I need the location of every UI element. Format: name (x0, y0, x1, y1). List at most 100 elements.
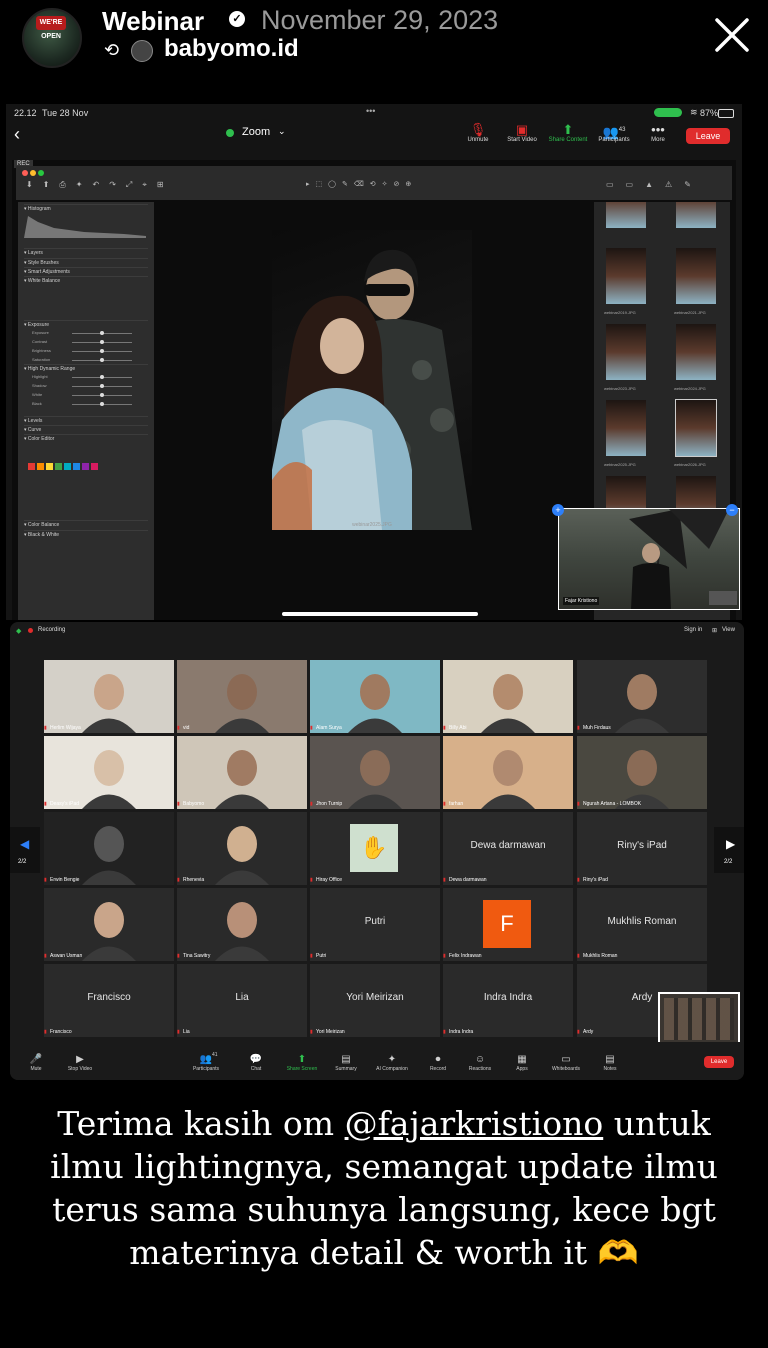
sign-in-link[interactable]: Sign in (684, 627, 702, 633)
participant-tile[interactable]: Mukhlis Roman ▮ Mukhlis Roman (577, 888, 707, 961)
reactions-button[interactable]: ☺ Reactions (460, 1054, 500, 1072)
start-video-button[interactable]: ▣ Start Video (500, 123, 544, 144)
participant-tile[interactable]: Lia ▮ Lia (177, 964, 307, 1037)
participant-tile[interactable]: ▮ Erwin Bengie (44, 812, 174, 885)
participant-tile[interactable]: ▮ Muh Firdaus (577, 660, 707, 733)
pip-resize-handle-right[interactable]: − (726, 504, 738, 516)
view-tool-icons[interactable]: ▭▭▲⚠✎ (606, 180, 703, 189)
participant-tile[interactable]: ▮ Ngurah Artana - LOMBOK (577, 736, 707, 809)
photo-thumbnail[interactable] (606, 324, 646, 380)
notes-button[interactable]: ▤ Notes (590, 1054, 630, 1072)
ai-companion-button[interactable]: ✦ AI Companion (372, 1054, 412, 1072)
editor-tool-icons[interactable]: ⬇⬆⎙✦↶↷⤢⌖⊞ (26, 180, 174, 190)
panel-section-header[interactable]: ▾ Curve (24, 425, 148, 433)
photo-thumbnail[interactable] (606, 400, 646, 456)
whiteboards-button[interactable]: ▭ Whiteboards (546, 1054, 586, 1072)
adjustment-slider-row[interactable]: Exposure (32, 330, 144, 338)
photo-thumbnail[interactable] (675, 399, 717, 457)
participant-tile[interactable]: ▮ Tina Sawitry (177, 888, 307, 961)
panel-section-header[interactable]: ▾ High Dynamic Range (24, 364, 148, 372)
chevron-down-icon[interactable]: ⌄ (278, 126, 286, 137)
adjustment-slider-row[interactable]: Brightness (32, 348, 144, 356)
panel-section-header[interactable]: ▾ Smart Adjustments (24, 267, 148, 275)
slider-knob[interactable] (100, 349, 104, 353)
adjustment-slider-row[interactable]: Shadow (32, 383, 144, 391)
more-button[interactable]: ••• More (636, 123, 680, 144)
prev-page-button[interactable]: ◀ 2/2 (10, 827, 40, 873)
participant-tile[interactable]: Francisco ▮ Francisco (44, 964, 174, 1037)
leave-button[interactable]: Leave (686, 128, 730, 144)
pip-resize-handle-left[interactable]: + (552, 504, 564, 516)
panel-section-header[interactable]: ▾ Exposure (24, 320, 148, 328)
window-min-dot[interactable] (30, 170, 36, 176)
participants-button[interactable]: 👥 Participants 41 (186, 1052, 226, 1072)
adjustment-slider-row[interactable]: White (32, 392, 144, 400)
panel-section-header[interactable]: ▾ Layers (24, 248, 148, 256)
participant-tile[interactable]: Yori Meirizan ▮ Yori Meirizan (310, 964, 440, 1037)
slider-knob[interactable] (100, 340, 104, 344)
stop-video-button[interactable]: ▶ Stop Video (60, 1054, 100, 1072)
panel-section-header[interactable]: ▾ Color Balance (24, 520, 148, 528)
slider-knob[interactable] (100, 331, 104, 335)
panel-section-header[interactable]: ▾ Histogram (24, 204, 148, 212)
repost-account[interactable]: babyomo.id (164, 35, 299, 63)
participant-tile[interactable]: ▮ Aswan Usman (44, 888, 174, 961)
participant-tile[interactable]: ▮ vid (177, 660, 307, 733)
participant-tile[interactable]: ✋ ▮ Hiray Office (310, 812, 440, 885)
participant-tile[interactable]: Putri ▮ Putri (310, 888, 440, 961)
participant-tile[interactable]: ▮ Jhon Turnip (310, 736, 440, 809)
unmute-button[interactable]: 🎙 Unmute (456, 123, 500, 144)
apps-button[interactable]: ▦ Apps (502, 1054, 542, 1072)
share-content-button[interactable]: ⬆ Share Content (546, 123, 590, 144)
participant-tile[interactable]: Dewa darmawan ▮ Dewa darmawan (443, 812, 573, 885)
slider-knob[interactable] (100, 358, 104, 362)
participant-tile[interactable]: Riny's iPad ▮ Riny's iPad (577, 812, 707, 885)
panel-section-header[interactable]: ▾ White Balance (24, 276, 148, 284)
mute-button[interactable]: 🎤 Mute (16, 1054, 56, 1072)
slider-knob[interactable] (100, 402, 104, 406)
participant-tile[interactable]: ▮ Babyomo (177, 736, 307, 809)
participant-tile[interactable]: ▮ Deasy's iPad (44, 736, 174, 809)
grid-view-icon[interactable]: ⊞ (712, 627, 717, 634)
panel-section-header[interactable]: ▾ Color Editor (24, 434, 148, 442)
photo-thumbnail[interactable] (676, 324, 716, 380)
participants-button[interactable]: 👥43 Participants (592, 123, 636, 143)
window-max-dot[interactable] (38, 170, 44, 176)
photo-thumbnail[interactable] (606, 202, 646, 228)
record-button[interactable]: ⏺ Record (418, 1054, 458, 1072)
share-screen-button[interactable]: ⬆ Share Screen (282, 1054, 322, 1072)
adjustment-slider-row[interactable]: Saturation (32, 357, 144, 365)
panel-section-header[interactable]: ▾ Style Brushes (24, 258, 148, 266)
participant-tile[interactable]: ▮ farhan (443, 736, 573, 809)
story-title[interactable]: Webinar (102, 6, 204, 37)
slider-knob[interactable] (100, 393, 104, 397)
panel-section-header[interactable]: ▾ Black & White (24, 530, 148, 538)
photo-thumbnail[interactable] (676, 248, 716, 304)
zoom-title[interactable]: Zoom (242, 126, 270, 138)
slider-knob[interactable] (100, 384, 104, 388)
close-icon[interactable] (712, 15, 752, 55)
portrait-photo[interactable]: webinar2025.JPG (272, 230, 472, 530)
panel-section-header[interactable]: ▾ Levels (24, 416, 148, 424)
participant-tile[interactable]: ▮ Billy Abi (443, 660, 573, 733)
participant-tile[interactable]: ▮ Alam Surya (310, 660, 440, 733)
chat-button[interactable]: 💬 Chat (236, 1054, 276, 1072)
home-indicator[interactable] (282, 612, 478, 616)
gallery-leave-button[interactable]: Leave (704, 1056, 734, 1068)
story-avatar[interactable]: WE'RE OPEN (22, 8, 82, 68)
photo-thumbnail[interactable] (606, 248, 646, 304)
photo-thumbnail[interactable] (676, 202, 716, 228)
mention-link[interactable]: @fajarkristiono (345, 1104, 604, 1143)
participant-tile[interactable]: Indra Indra ▮ Indra Indra (443, 964, 573, 1037)
back-chevron-icon[interactable]: ‹ (14, 124, 20, 145)
participant-tile[interactable]: ▮ Rhenevia (177, 812, 307, 885)
next-page-button[interactable]: ▶ 2/2 (714, 827, 744, 873)
self-view-thumbnail[interactable] (658, 992, 740, 1046)
adjustment-slider-row[interactable]: Highlight (32, 374, 144, 382)
repost-avatar[interactable] (131, 40, 153, 62)
presenter-video[interactable]: Fajar Kristiono (558, 508, 740, 610)
window-close-dot[interactable] (22, 170, 28, 176)
participant-tile[interactable]: F ▮ Felix Indrawan (443, 888, 573, 961)
participant-tile[interactable]: ▮ Herlim Wijaya (44, 660, 174, 733)
slider-knob[interactable] (100, 375, 104, 379)
